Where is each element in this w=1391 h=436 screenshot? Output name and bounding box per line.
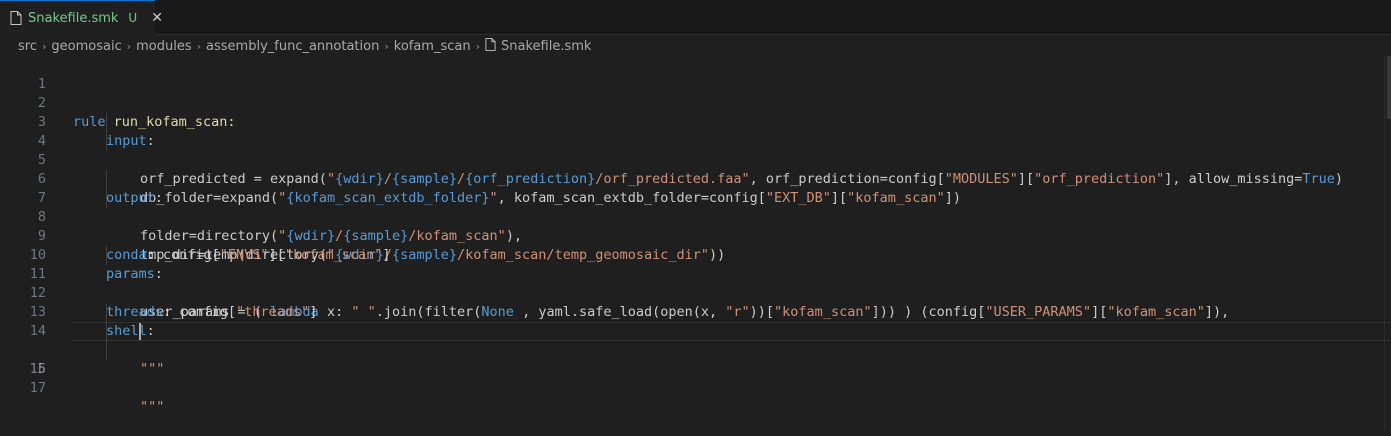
- current-line-highlight: [73, 322, 1391, 341]
- chevron-right-icon: ›: [475, 39, 481, 53]
- chevron-right-icon: ›: [384, 39, 389, 53]
- breadcrumb-item-kofam-scan[interactable]: kofam_scan: [394, 39, 471, 54]
- code-line: 1: [0, 56, 1391, 92]
- code-line: 8 tmp_dir=temp(directory("{wdir}/{sample…: [0, 189, 1391, 263]
- code-editor[interactable]: 1 2 rule run_kofam_scan: 3 input: 4 orf_…: [0, 56, 1391, 428]
- breadcrumb-item-assembly-func-annotation[interactable]: assembly_func_annotation: [206, 39, 379, 54]
- code-line: 14 """: [0, 303, 1391, 377]
- text-cursor: [139, 323, 141, 340]
- breadcrumb-item-geomosaic[interactable]: geomosaic: [51, 39, 121, 54]
- chevron-right-icon: ›: [196, 39, 202, 53]
- file-icon: [10, 11, 22, 25]
- breadcrumb: src › geomosaic › modules › assembly_fun…: [0, 35, 1391, 57]
- chevron-right-icon: ›: [41, 39, 47, 53]
- code-line: 9 conda: config["ENVS"]["kofam_scan"]: [0, 208, 1391, 263]
- string-token: """: [140, 399, 165, 415]
- code-line: 7 folder=directory("{wdir}/{sample}/kofa…: [0, 170, 1391, 244]
- code-line: 5 db_folder=expand("{kofam_scan_extdb_fo…: [0, 132, 1391, 206]
- code-line: 12 threads: config["threads"]: [0, 265, 1391, 320]
- code-line-active: 15: [0, 322, 1391, 377]
- code-line: 10 params:: [0, 227, 1391, 282]
- code-line: 13 shell:: [0, 284, 1391, 339]
- close-icon[interactable]: ✕: [151, 10, 163, 26]
- breadcrumb-item-modules[interactable]: modules: [136, 39, 192, 54]
- tab-label: Snakefile.smk: [28, 10, 119, 26]
- chevron-right-icon: ›: [126, 39, 132, 53]
- code-line: 6 output:: [0, 151, 1391, 206]
- tab-bar: Snakefile.smk U ✕: [0, 0, 1391, 35]
- code-line: 16 """: [0, 341, 1391, 415]
- breadcrumb-file-label: Snakefile.smk: [501, 38, 592, 54]
- line-number: 17: [29, 380, 46, 396]
- code-line: 2 rule run_kofam_scan:: [0, 75, 1391, 130]
- breadcrumb-item-src[interactable]: src: [18, 39, 37, 54]
- untracked-badge: U: [128, 11, 138, 25]
- code-line: 3 input:: [0, 94, 1391, 149]
- code-line: 4 orf_predicted = expand("{wdir}/{sample…: [0, 113, 1391, 187]
- scroll-thumb[interactable]: [1387, 56, 1391, 119]
- code-line: 17: [0, 360, 1391, 396]
- file-icon: [485, 37, 496, 55]
- code-line: 11 user_params = ( lambda x: " ".join(fi…: [0, 246, 1391, 320]
- tab-snakefile[interactable]: Snakefile.smk U ✕: [0, 0, 163, 35]
- breadcrumb-item-file[interactable]: Snakefile.smk: [485, 37, 592, 55]
